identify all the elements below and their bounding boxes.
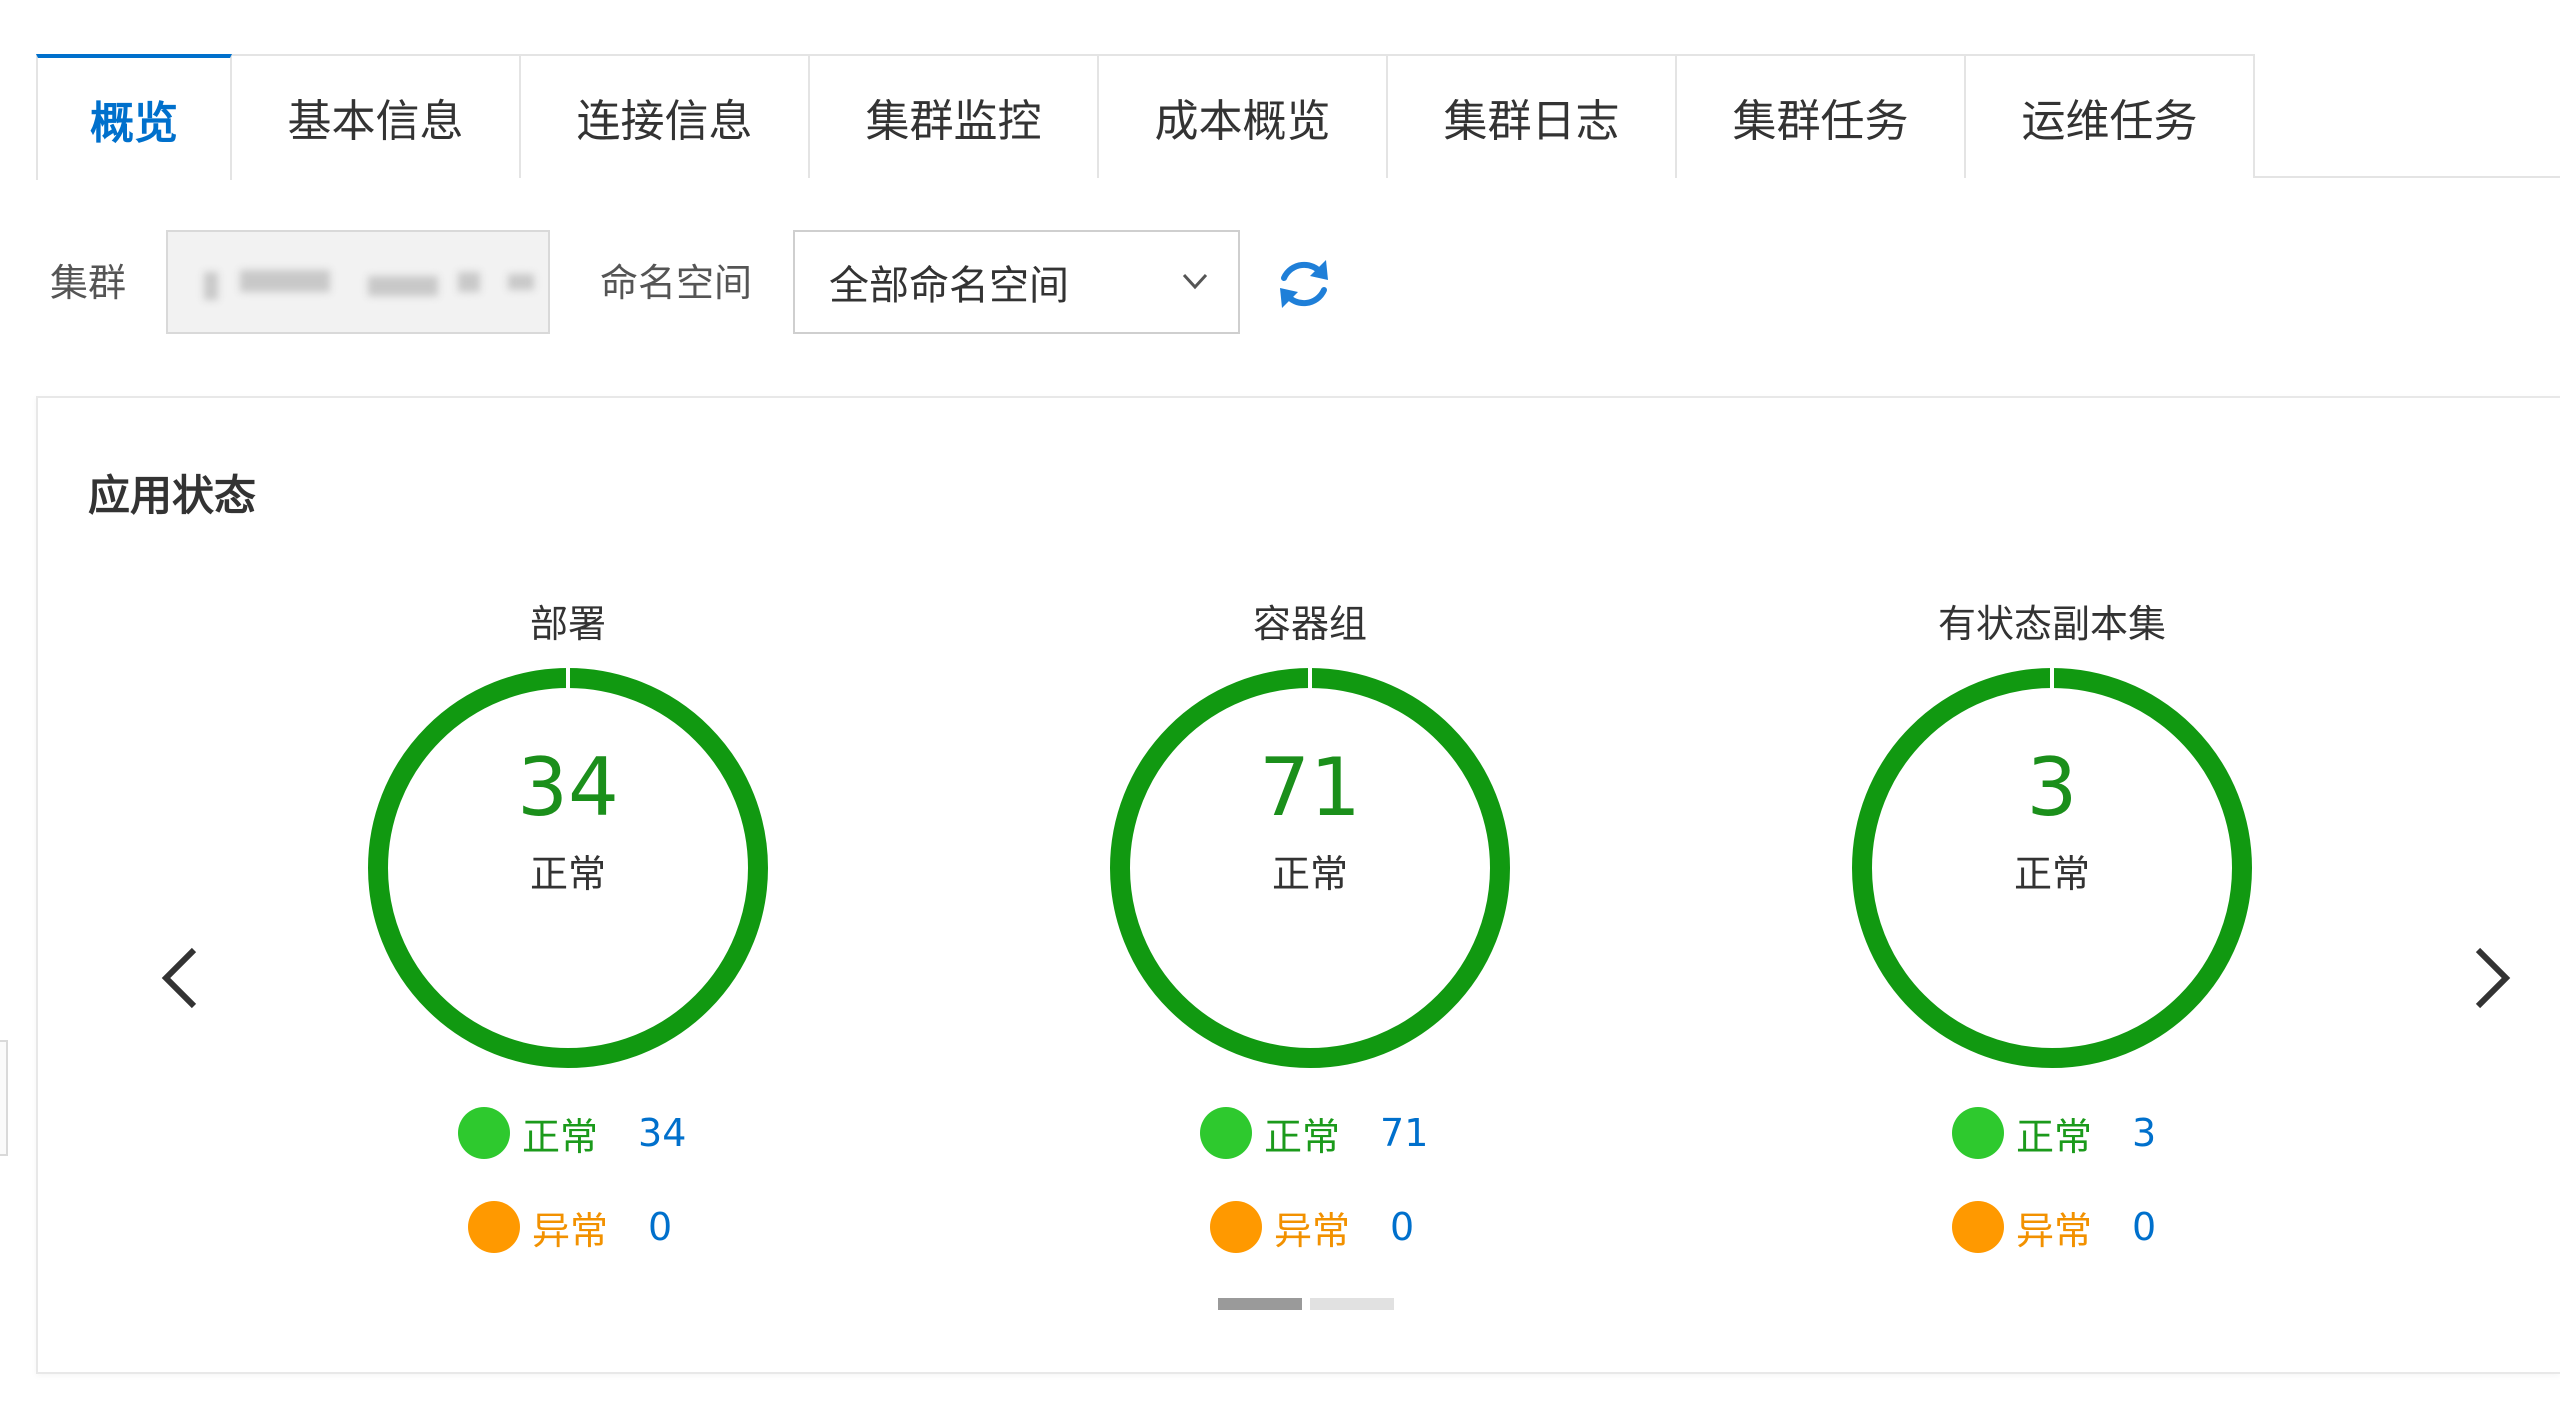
tab-cluster-logs[interactable]: 集群日志 <box>1388 54 1677 178</box>
tab-connection-info[interactable]: 连接信息 <box>521 54 810 178</box>
ring-total: 71 <box>1259 741 1361 834</box>
legend-normal-label: 正常 <box>1264 1114 1341 1159</box>
redacted-text <box>240 270 330 292</box>
card-title: 应用状态 <box>88 471 257 520</box>
namespace-select-value: 全部命名空间 <box>829 263 1069 309</box>
namespace-select[interactable]: 全部命名空间 <box>793 230 1240 334</box>
legend-normal: 正常 3 <box>1952 1103 2156 1163</box>
legend-abnormal-label: 异常 <box>2016 1208 2093 1253</box>
cluster-label: 集群 <box>50 261 127 305</box>
cluster-select[interactable] <box>166 230 550 334</box>
panel-title: 部署 <box>529 602 606 646</box>
legend-abnormal-count[interactable]: 0 <box>648 1205 672 1249</box>
status-panel-statefulsets: 有状态副本集 3 正常 正常 3 异常 0 <box>1802 593 2302 1253</box>
namespace-label: 命名空间 <box>600 261 753 305</box>
legend-normal-count[interactable]: 71 <box>1380 1111 1428 1155</box>
side-handle[interactable] <box>0 1040 8 1156</box>
legend-abnormal: 异常 0 <box>1210 1197 1414 1257</box>
status-panel-deployments: 部署 34 正常 正常 34 异常 0 <box>318 593 818 1253</box>
tab-bar: 概览 基本信息 连接信息 集群监控 成本概览 集群日志 集群任务 运维任务 <box>36 54 2560 180</box>
legend-normal-label: 正常 <box>522 1114 599 1159</box>
tab-cost-overview[interactable]: 成本概览 <box>1099 54 1388 178</box>
orange-dot-icon <box>1952 1201 2004 1253</box>
orange-dot-icon <box>1210 1201 1262 1253</box>
refresh-icon[interactable] <box>1272 252 1336 316</box>
redacted-text <box>458 272 480 292</box>
legend-abnormal: 异常 0 <box>1952 1197 2156 1257</box>
app-status-card: 应用状态 部署 34 正常 正常 34 异常 0 容器组 71 正常 正常 71… <box>36 396 2560 1374</box>
legend-abnormal-label: 异常 <box>1274 1208 1351 1253</box>
green-dot-icon <box>1200 1107 1252 1159</box>
tab-basic-info[interactable]: 基本信息 <box>232 54 521 178</box>
carousel-dot-1[interactable] <box>1218 1298 1302 1310</box>
filter-row: 集群 命名空间 全部命名空间 <box>0 230 2560 340</box>
legend-normal-count[interactable]: 3 <box>2132 1111 2156 1155</box>
tab-overview[interactable]: 概览 <box>36 54 232 180</box>
status-panel-pods: 容器组 71 正常 正常 71 异常 0 <box>1060 593 1560 1253</box>
legend-normal: 正常 34 <box>458 1103 686 1163</box>
ring-state: 正常 <box>529 852 606 896</box>
ring-state: 正常 <box>1271 852 1348 896</box>
panel-title: 容器组 <box>1252 602 1367 646</box>
tab-ops-tasks[interactable]: 运维任务 <box>1966 54 2255 178</box>
chevron-down-icon <box>508 274 534 290</box>
carousel-dot-2[interactable] <box>1310 1298 1394 1310</box>
legend-abnormal-count[interactable]: 0 <box>2132 1205 2156 1249</box>
legend-abnormal-count[interactable]: 0 <box>1390 1205 1414 1249</box>
legend-normal-label: 正常 <box>2016 1114 2093 1159</box>
chevron-down-icon <box>1182 273 1208 290</box>
redacted-text <box>368 276 438 296</box>
chevron-left-icon[interactable] <box>150 938 210 1018</box>
ring-total: 34 <box>517 741 619 834</box>
panel-title: 有状态副本集 <box>1937 602 2166 646</box>
legend-normal-count[interactable]: 34 <box>638 1111 686 1155</box>
chevron-right-icon[interactable] <box>2462 938 2522 1018</box>
legend-normal: 正常 71 <box>1200 1103 1428 1163</box>
green-dot-icon <box>458 1107 510 1159</box>
tab-cluster-tasks[interactable]: 集群任务 <box>1677 54 1966 178</box>
orange-dot-icon <box>468 1201 520 1253</box>
ring-total: 3 <box>2026 741 2078 834</box>
tab-cluster-monitoring[interactable]: 集群监控 <box>810 54 1099 178</box>
legend-abnormal-label: 异常 <box>532 1208 609 1253</box>
carousel-pagination <box>1218 1298 1402 1310</box>
ring-state: 正常 <box>2013 852 2090 896</box>
legend-abnormal: 异常 0 <box>468 1197 672 1257</box>
redacted-text <box>204 272 218 300</box>
green-dot-icon <box>1952 1107 2004 1159</box>
